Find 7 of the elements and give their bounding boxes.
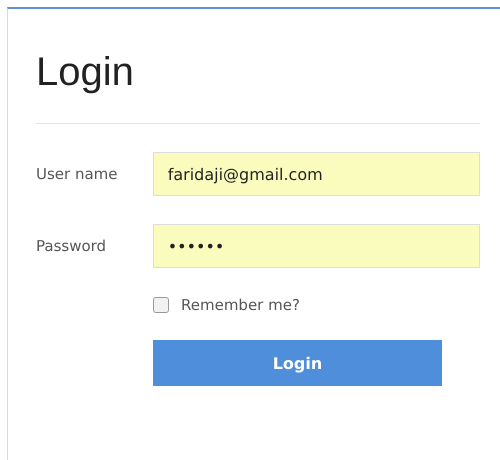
remember-checkbox[interactable] <box>153 297 169 313</box>
username-field[interactable]: faridaji@gmail.com <box>152 152 480 196</box>
remember-label: Remember me? <box>181 296 300 314</box>
field-label: User name <box>36 165 118 183</box>
password-field[interactable]: •••••• <box>152 224 480 268</box>
field-label: Password <box>36 237 108 255</box>
page-title: Login <box>36 49 135 96</box>
